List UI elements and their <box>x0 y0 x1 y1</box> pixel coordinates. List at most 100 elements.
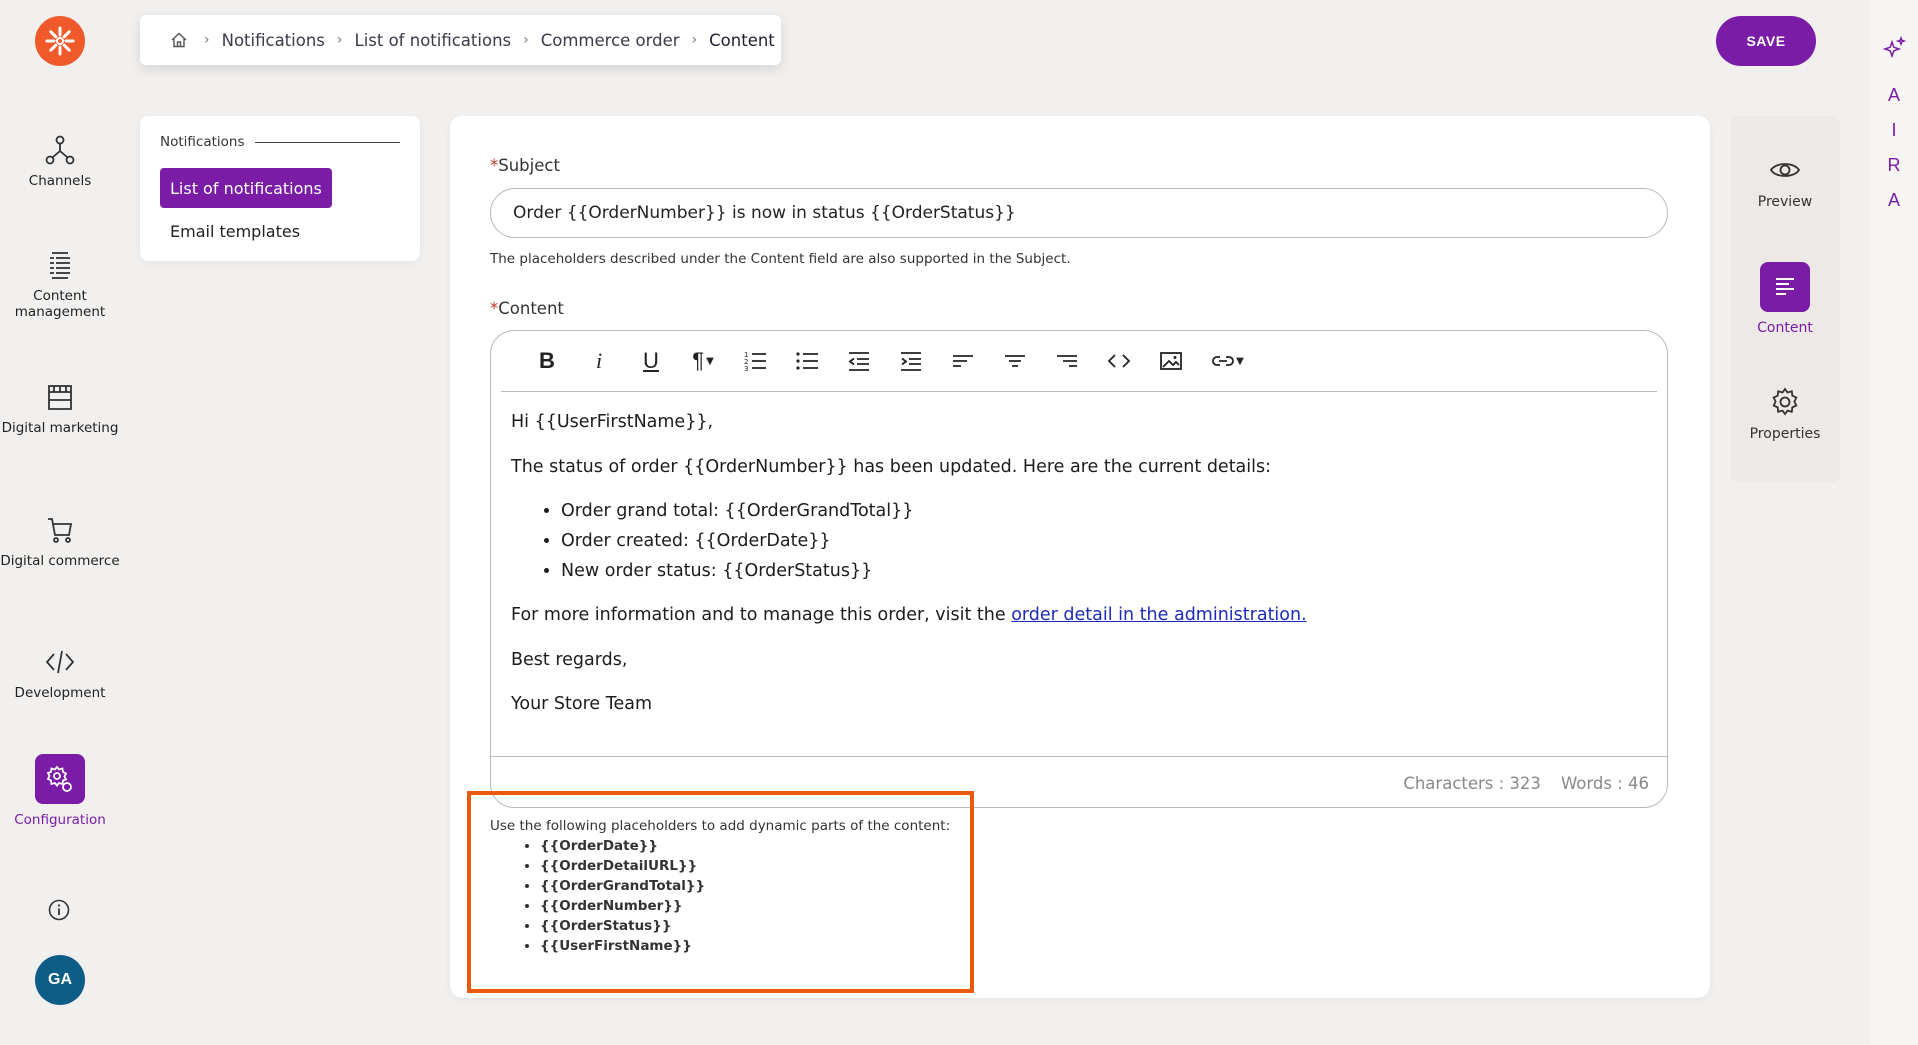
notifications-item-email-templates[interactable]: Email templates <box>170 222 300 241</box>
paragraph-icon: ¶ <box>692 348 705 373</box>
side-item-content[interactable]: Content <box>1730 262 1840 336</box>
underline-button[interactable]: U <box>625 341 677 381</box>
breadcrumb-separator: › <box>336 32 343 48</box>
underline-icon: U <box>643 348 659 373</box>
aira-letter: I <box>1891 120 1897 140</box>
cart-icon <box>48 518 73 543</box>
notifications-heading-label: Notifications <box>160 134 245 150</box>
list-item: {{OrderDate}} <box>540 836 705 856</box>
italic-button[interactable]: i <box>573 341 625 381</box>
sparkle-icon[interactable] <box>1883 36 1907 60</box>
align-center-button[interactable] <box>989 341 1041 381</box>
side-item-label: Content <box>1757 320 1813 336</box>
editor-intro: The status of order {{OrderNumber}} has … <box>511 456 1272 477</box>
editor-regards: Best regards, <box>511 649 628 670</box>
left-navigation: Channels Content management Digital mark… <box>0 0 120 1045</box>
editor-greeting: Hi {{UserFirstName}}, <box>511 412 714 432</box>
more-info-text: For more information and to manage this … <box>511 605 1012 626</box>
channels-icon <box>45 135 75 165</box>
save-button[interactable]: SAVE <box>1716 16 1816 66</box>
placeholders-intro: Use the following placeholders to add dy… <box>490 818 951 834</box>
app-logo[interactable] <box>35 16 85 66</box>
order-detail-link[interactable]: order detail in the administration. <box>1011 605 1306 625</box>
list-item: {{OrderNumber}} <box>540 896 705 916</box>
unordered-list-button[interactable] <box>781 341 833 381</box>
code-icon <box>45 650 75 674</box>
breadcrumb-separator: › <box>204 32 210 48</box>
subject-label: *Subject <box>490 156 560 175</box>
insert-image-button[interactable] <box>1145 341 1197 381</box>
nav-label: Development <box>14 685 106 701</box>
nav-item-channels[interactable]: Channels <box>0 133 120 189</box>
editor-toolbar: B i U ¶ ▼ 123 ▼ <box>501 331 1657 392</box>
indent-button[interactable] <box>885 341 937 381</box>
outdent-icon <box>848 352 869 371</box>
required-mark: * <box>490 156 499 175</box>
content-icon <box>1776 278 1794 295</box>
chevron-down-icon: ▼ <box>1236 355 1244 367</box>
aira-sidebar[interactable]: A I R A <box>1870 0 1918 1045</box>
nav-item-digital-commerce[interactable]: Digital commerce <box>0 513 120 569</box>
breadcrumb-separator: › <box>691 32 698 48</box>
align-left-button[interactable] <box>937 341 989 381</box>
align-right-button[interactable] <box>1041 341 1093 381</box>
subject-input[interactable]: Order {{OrderNumber}} is now in status {… <box>490 188 1668 238</box>
paragraph-format-button[interactable]: ¶ ▼ <box>677 341 729 381</box>
unordered-list-icon <box>796 352 818 370</box>
editor-signature: Your Store Team <box>511 694 652 715</box>
nav-item-development[interactable]: Development <box>0 645 120 701</box>
side-item-preview[interactable]: Preview <box>1730 154 1840 210</box>
side-item-label: Preview <box>1757 194 1813 210</box>
character-count: Characters : 323 <box>1403 773 1541 793</box>
nav-item-digital-marketing[interactable]: Digital marketing <box>0 380 120 436</box>
aira-letter: A <box>1887 85 1900 105</box>
gear-icon <box>46 765 72 792</box>
breadcrumb-item-list-of-notifications[interactable]: List of notifications <box>355 31 512 50</box>
aira-letter: R <box>1887 155 1901 175</box>
avatar[interactable]: GA <box>35 955 85 1005</box>
align-left-icon <box>953 355 973 367</box>
bold-button[interactable]: B <box>521 341 573 381</box>
required-mark: * <box>490 299 499 318</box>
code-view-button[interactable] <box>1093 341 1145 381</box>
content-label-text: Content <box>498 299 564 318</box>
content-label: *Content <box>490 299 564 318</box>
nav-label: Digital commerce <box>0 553 120 569</box>
breadcrumb-item-notifications[interactable]: Notifications <box>222 31 325 50</box>
side-item-properties[interactable]: Properties <box>1730 386 1840 442</box>
heading-divider <box>254 141 400 143</box>
nav-label: Digital marketing <box>1 420 119 436</box>
home-icon[interactable] <box>170 31 188 49</box>
configuration-icon-wrap <box>35 754 85 804</box>
list-item: {{UserFirstName}} <box>540 936 705 956</box>
rich-text-editor[interactable]: B i U ¶ ▼ 123 ▼ Hi {{UserFirstName}}, Th… <box>490 330 1668 808</box>
ordered-list-icon: 123 <box>744 351 766 373</box>
nav-item-configuration[interactable]: Configuration <box>0 754 120 828</box>
breadcrumb: › Notifications › List of notifications … <box>140 15 781 65</box>
ordered-list-button[interactable]: 123 <box>729 341 781 381</box>
list-item: {{OrderGrandTotal}} <box>540 876 705 896</box>
eye-icon <box>1769 163 1801 177</box>
nav-item-content-management[interactable]: Content management <box>0 248 120 320</box>
storefront-icon <box>48 385 72 410</box>
editor-content[interactable]: Hi {{UserFirstName}}, The status of orde… <box>511 411 1641 738</box>
list-item: {{OrderStatus}} <box>540 916 705 936</box>
list-item: Order created: {{OrderDate}} <box>561 530 1641 554</box>
align-right-icon <box>1057 355 1077 367</box>
info-icon[interactable] <box>47 898 71 922</box>
subject-label-text: Subject <box>498 156 560 175</box>
subject-hint: The placeholders described under the Con… <box>490 251 1071 267</box>
breadcrumb-item-commerce-order[interactable]: Commerce order <box>541 31 680 50</box>
notifications-item-list[interactable]: List of notifications <box>160 168 332 208</box>
outdent-button[interactable] <box>833 341 885 381</box>
nav-label: Content management <box>14 288 106 320</box>
insert-link-button[interactable]: ▼ <box>1197 341 1257 381</box>
gear-icon <box>1772 387 1798 416</box>
aira-letter: A <box>1887 190 1900 210</box>
link-icon <box>1212 356 1235 366</box>
image-icon <box>1160 352 1182 370</box>
list-item: New order status: {{OrderStatus}} <box>561 560 1641 584</box>
italic-icon: i <box>595 348 603 373</box>
nav-label: Channels <box>28 173 92 189</box>
nav-label: Configuration <box>14 812 106 828</box>
